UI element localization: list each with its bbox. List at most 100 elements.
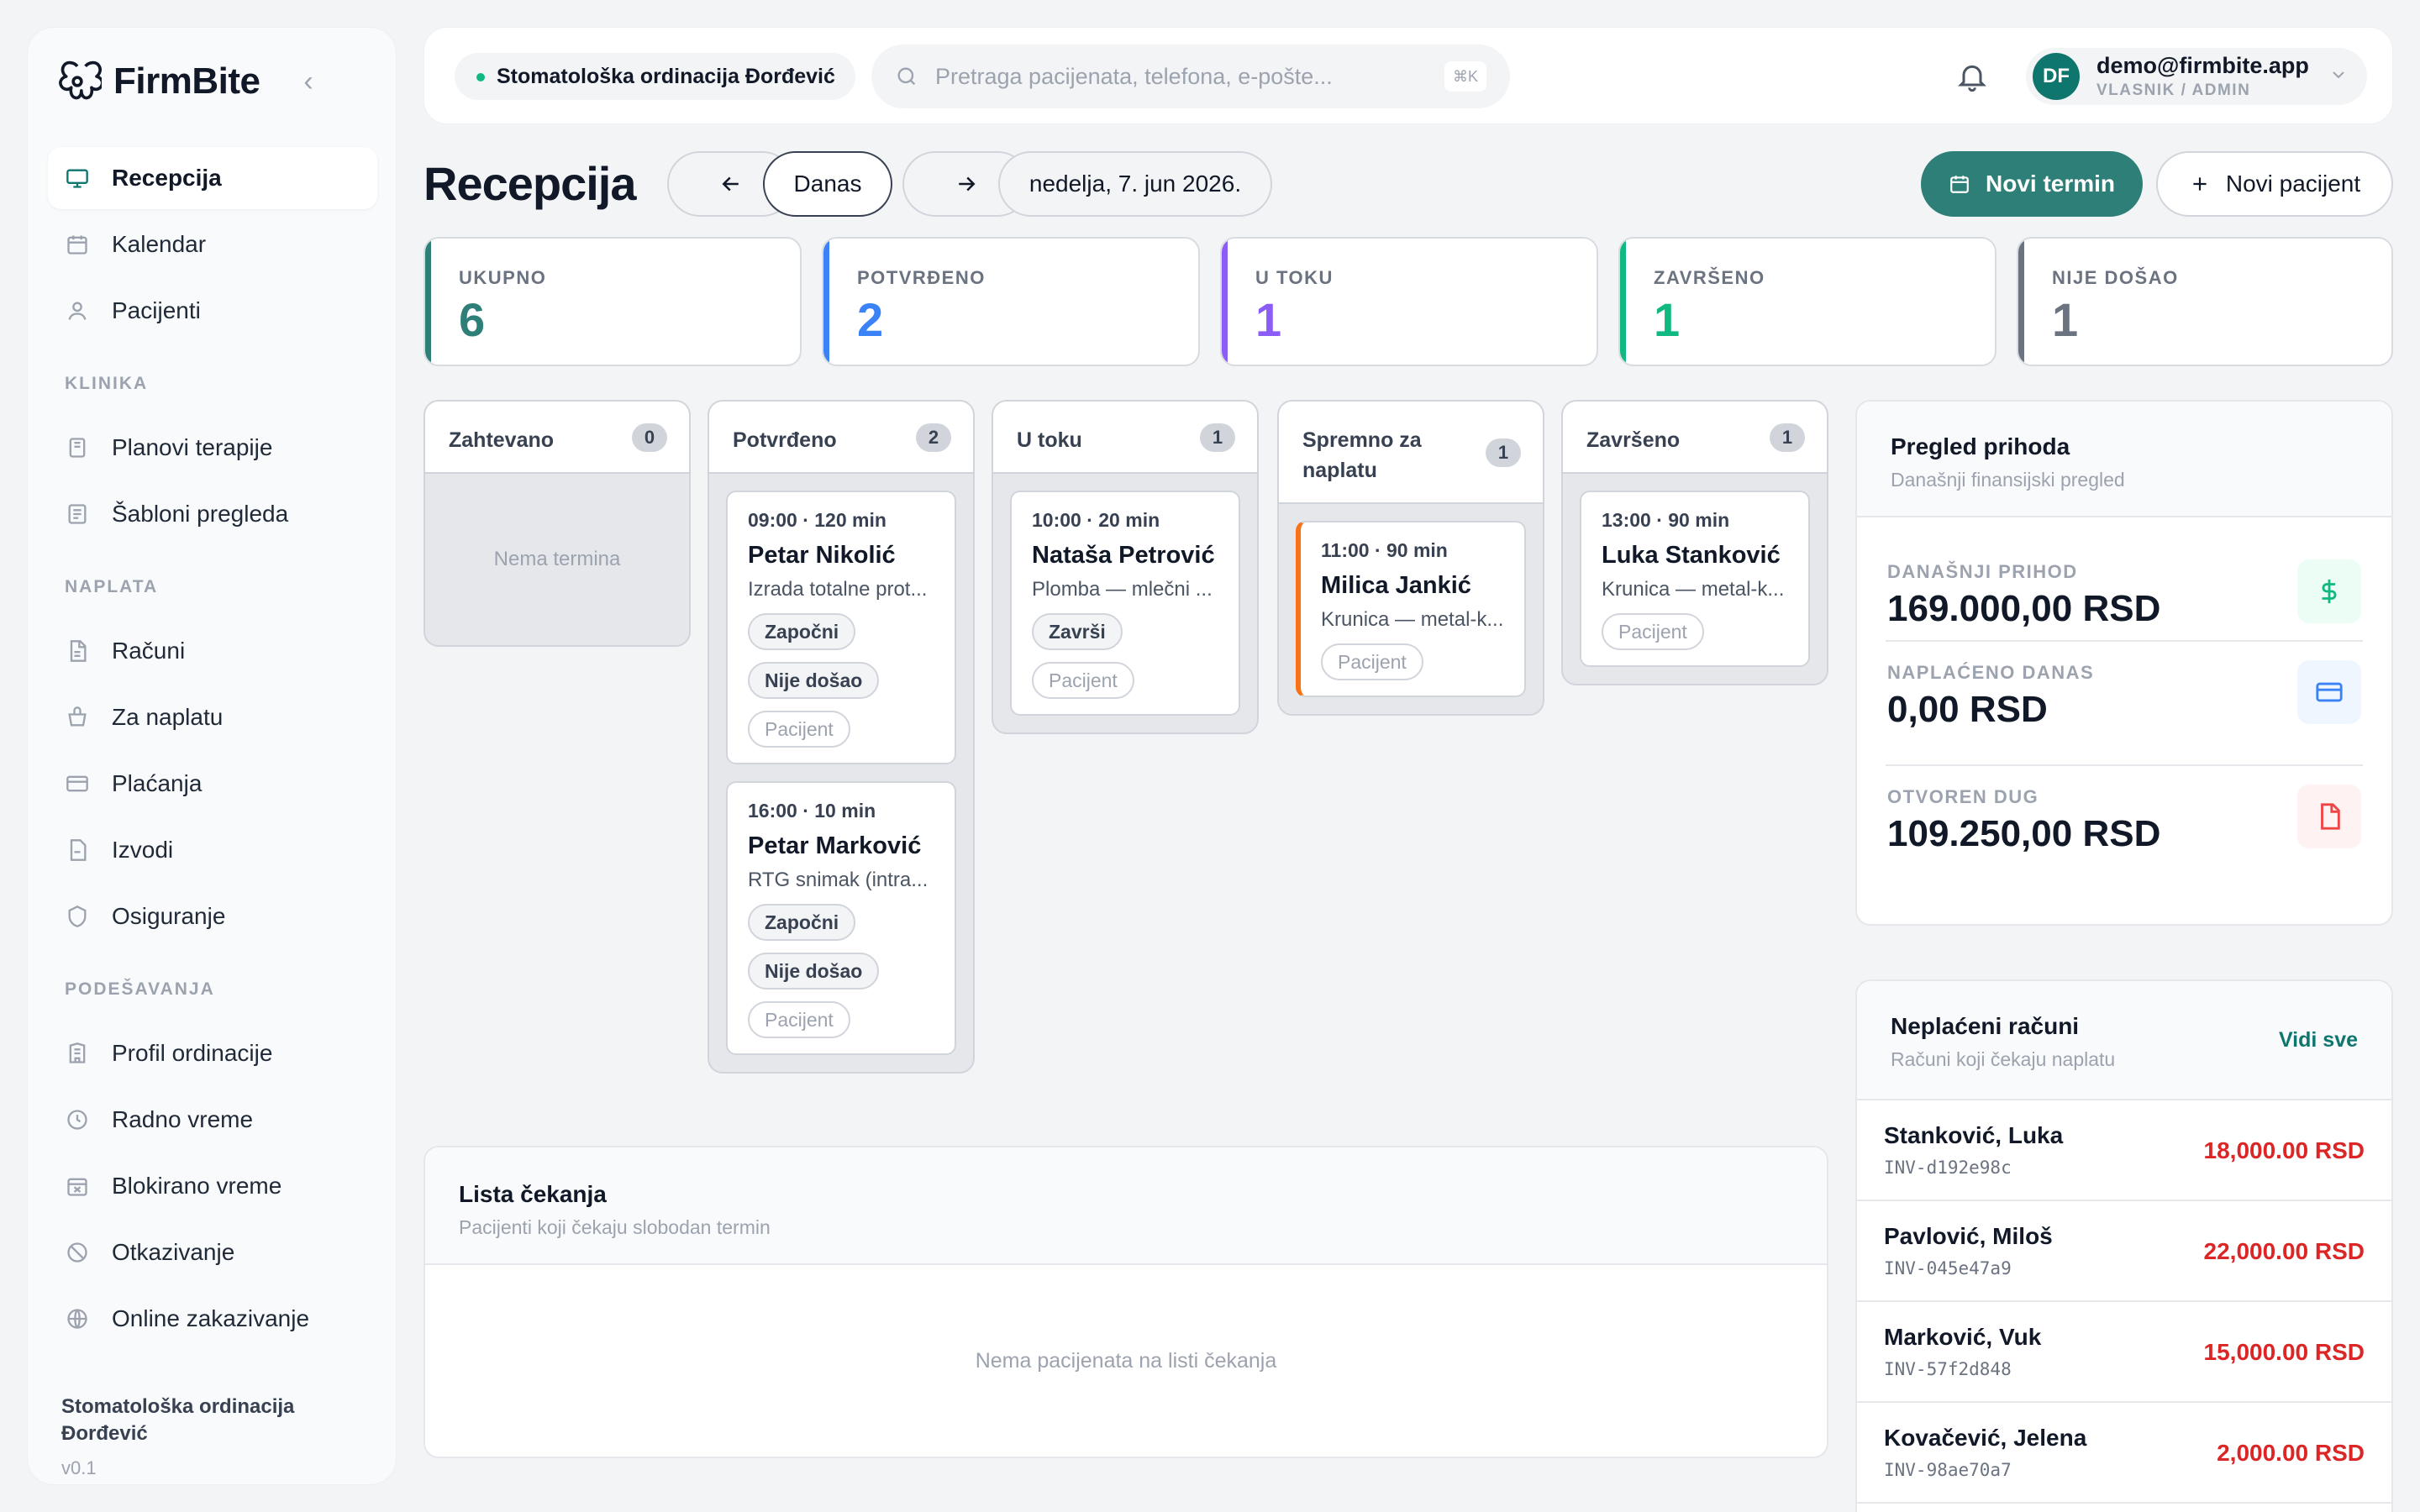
- app-version: v0.1: [61, 1457, 97, 1478]
- user-menu[interactable]: DF demo@firmbite.app VLASNIK / ADMIN: [2026, 48, 2367, 105]
- sidebar-item-planovi-terapije[interactable]: Planovi terapije: [48, 417, 377, 479]
- invoice-code: INV-98ae70a7: [1884, 1460, 2012, 1480]
- invoice-code: INV-045e47a9: [1884, 1258, 2012, 1278]
- no-show-button[interactable]: Nije došao: [748, 953, 880, 990]
- stat-label: UKUPNO: [459, 267, 547, 288]
- appointment-card[interactable]: 09:00 · 120 min Petar Nikolić Izrada tot…: [726, 491, 956, 764]
- waitlist-subtitle: Pacijenti koji čekaju slobodan termin: [459, 1216, 771, 1238]
- user-icon: [65, 298, 90, 323]
- sidebar-item-za-naplatu[interactable]: Za naplatu: [48, 686, 377, 748]
- invoice-row[interactable]: Pavlović, Miloš INV-045e47a9 22,000.00 R…: [1857, 1201, 2391, 1302]
- calendar-icon: [65, 232, 90, 257]
- sidebar-item-radno-vreme[interactable]: Radno vreme: [48, 1089, 377, 1151]
- service-name: Krunica — metal-k...: [1602, 578, 1785, 601]
- invoice-amount: 18,000.00 RSD: [2203, 1137, 2365, 1163]
- bell-icon[interactable]: [1955, 60, 1989, 93]
- invoice-row[interactable]: Marković, Vuk INV-57f2d848 15,000.00 RSD: [1857, 1302, 2391, 1403]
- section-klinika: KLINIKA: [65, 374, 149, 393]
- start-button[interactable]: Započni: [748, 613, 856, 650]
- appointment-card[interactable]: 11:00 · 90 min Milica Jankić Krunica — m…: [1296, 521, 1526, 697]
- ban-icon: [65, 1240, 90, 1265]
- waitlist-empty-text: Nema pacijenata na listi čekanja: [975, 1349, 1277, 1373]
- sidebar-item-pacijenti[interactable]: Pacijenti: [48, 280, 377, 342]
- arrow-right-icon: [959, 176, 976, 192]
- sidebar-item-otkazivanje[interactable]: Otkazivanje: [48, 1221, 377, 1284]
- column-done: Završeno 1 13:00 · 90 min Luka Stanković…: [1561, 400, 1828, 685]
- appointment-card[interactable]: 10:00 · 20 min Nataša Petrović Plomba — …: [1010, 491, 1240, 716]
- status-dot-icon: [476, 73, 485, 81]
- appointment-card[interactable]: 13:00 · 90 min Luka Stanković Krunica — …: [1580, 491, 1810, 667]
- invoice-patient: Pavlović, Miloš: [1884, 1223, 2053, 1249]
- stat-label: POTVRĐENO: [857, 267, 986, 288]
- search-input[interactable]: [935, 63, 1423, 90]
- revenue-row-today: DANAŠNJI PRIHOD 169.000,00 RSD: [1886, 517, 2363, 642]
- stat-value: 1: [1255, 293, 1282, 346]
- no-show-button[interactable]: Nije došao: [748, 662, 880, 699]
- sidebar-item-kalendar[interactable]: Kalendar: [48, 213, 377, 276]
- stat-accent-bar: [1620, 239, 1626, 365]
- invoice-row[interactable]: Stanković, Luka INV-d192e98c 18,000.00 R…: [1857, 1100, 2391, 1201]
- sidebar-item-izvodi[interactable]: Izvodi: [48, 819, 377, 881]
- column-header: Potvrđeno 2: [709, 402, 973, 474]
- patient-name: Petar Marković: [748, 832, 922, 859]
- patient-button[interactable]: Pacijent: [748, 1001, 850, 1038]
- column-count-badge: 2: [916, 423, 951, 452]
- sidebar-item-sabloni-pregleda[interactable]: Šabloni pregleda: [48, 483, 377, 545]
- stat-value: 1: [1654, 293, 1681, 346]
- clock-icon: [65, 1107, 90, 1132]
- clinic-selector[interactable]: Stomatološka ordinacija Đorđević: [455, 53, 855, 100]
- stat-label: ZAVRŠENO: [1654, 267, 1765, 288]
- brand-name: FirmBite: [113, 60, 260, 102]
- sidebar-item-recepcija[interactable]: Recepcija: [48, 147, 377, 209]
- date-picker[interactable]: nedelja, 7. jun 2026.: [998, 151, 1272, 217]
- sidebar-item-label: Izvodi: [112, 837, 174, 863]
- credit-card-icon: [2297, 660, 2361, 724]
- waitlist-title: Lista čekanja: [459, 1181, 607, 1207]
- building-icon: [65, 1041, 90, 1066]
- column-header: U toku 1: [993, 402, 1257, 474]
- stat-card-total: UKUPNO 6: [424, 237, 802, 366]
- patient-button[interactable]: Pacijent: [1602, 613, 1704, 650]
- unpaid-subtitle: Računi koji čekaju naplatu: [1891, 1048, 2116, 1070]
- stat-card-no-show: NIJE DOŠAO 1: [2017, 237, 2393, 366]
- revenue-value: 0,00 RSD: [1887, 689, 2048, 730]
- patient-button[interactable]: Pacijent: [1032, 662, 1134, 699]
- globe-icon: [65, 1306, 90, 1331]
- sidebar-item-osiguranje[interactable]: Osiguranje: [48, 885, 377, 948]
- new-appointment-button[interactable]: Novi termin: [1921, 151, 2143, 217]
- see-all-link[interactable]: Vidi sve: [2279, 1028, 2358, 1053]
- patient-button[interactable]: Pacijent: [748, 711, 850, 748]
- invoice-row[interactable]: Kovačević, Jelena INV-98ae70a7 2,000.00 …: [1857, 1403, 2391, 1504]
- dollar-icon: [2297, 559, 2361, 623]
- sidebar-item-placanja[interactable]: Plaćanja: [48, 753, 377, 815]
- column-count-badge: 0: [632, 423, 667, 452]
- brand[interactable]: FirmBite: [53, 56, 260, 107]
- column-header: Spremno za naplatu 1: [1279, 402, 1543, 504]
- patient-name: Petar Nikolić: [748, 542, 896, 569]
- collapse-sidebar-icon[interactable]: ‹: [292, 65, 325, 98]
- invoice-amount: 22,000.00 RSD: [2203, 1238, 2365, 1264]
- search-bar[interactable]: ⌘K: [871, 45, 1510, 108]
- patient-name: Nataša Petrović: [1032, 542, 1215, 569]
- today-button[interactable]: Danas: [763, 151, 892, 217]
- sidebar-item-label: Za naplatu: [112, 704, 224, 730]
- appointment-time: 11:00 · 90 min: [1321, 539, 1448, 561]
- sidebar-item-racuni[interactable]: Računi: [48, 620, 377, 682]
- appointment-card[interactable]: 16:00 · 10 min Petar Marković RTG snimak…: [726, 781, 956, 1055]
- stat-value: 1: [2052, 293, 2079, 346]
- revenue-label: OTVOREN DUG: [1887, 786, 2039, 807]
- sidebar-item-label: Online zakazivanje: [112, 1305, 310, 1331]
- unpaid-title: Neplaćeni računi: [1891, 1013, 2080, 1039]
- sidebar-item-blokirano-vreme[interactable]: Blokirano vreme: [48, 1155, 377, 1217]
- sidebar-item-label: Otkazivanje: [112, 1239, 235, 1265]
- sidebar-item-label: Kalendar: [112, 231, 207, 257]
- finish-button[interactable]: Završi: [1032, 613, 1123, 650]
- invoice-code: INV-57f2d848: [1884, 1359, 2012, 1379]
- sidebar-item-profil-ordinacije[interactable]: Profil ordinacije: [48, 1022, 377, 1084]
- new-patient-button[interactable]: Novi pacijent: [2156, 151, 2393, 217]
- column-title: U toku: [1017, 428, 1082, 452]
- service-name: Krunica — metal-k...: [1321, 608, 1504, 631]
- stat-value: 6: [459, 293, 486, 346]
- start-button[interactable]: Započni: [748, 904, 856, 941]
- patient-button[interactable]: Pacijent: [1321, 643, 1423, 680]
